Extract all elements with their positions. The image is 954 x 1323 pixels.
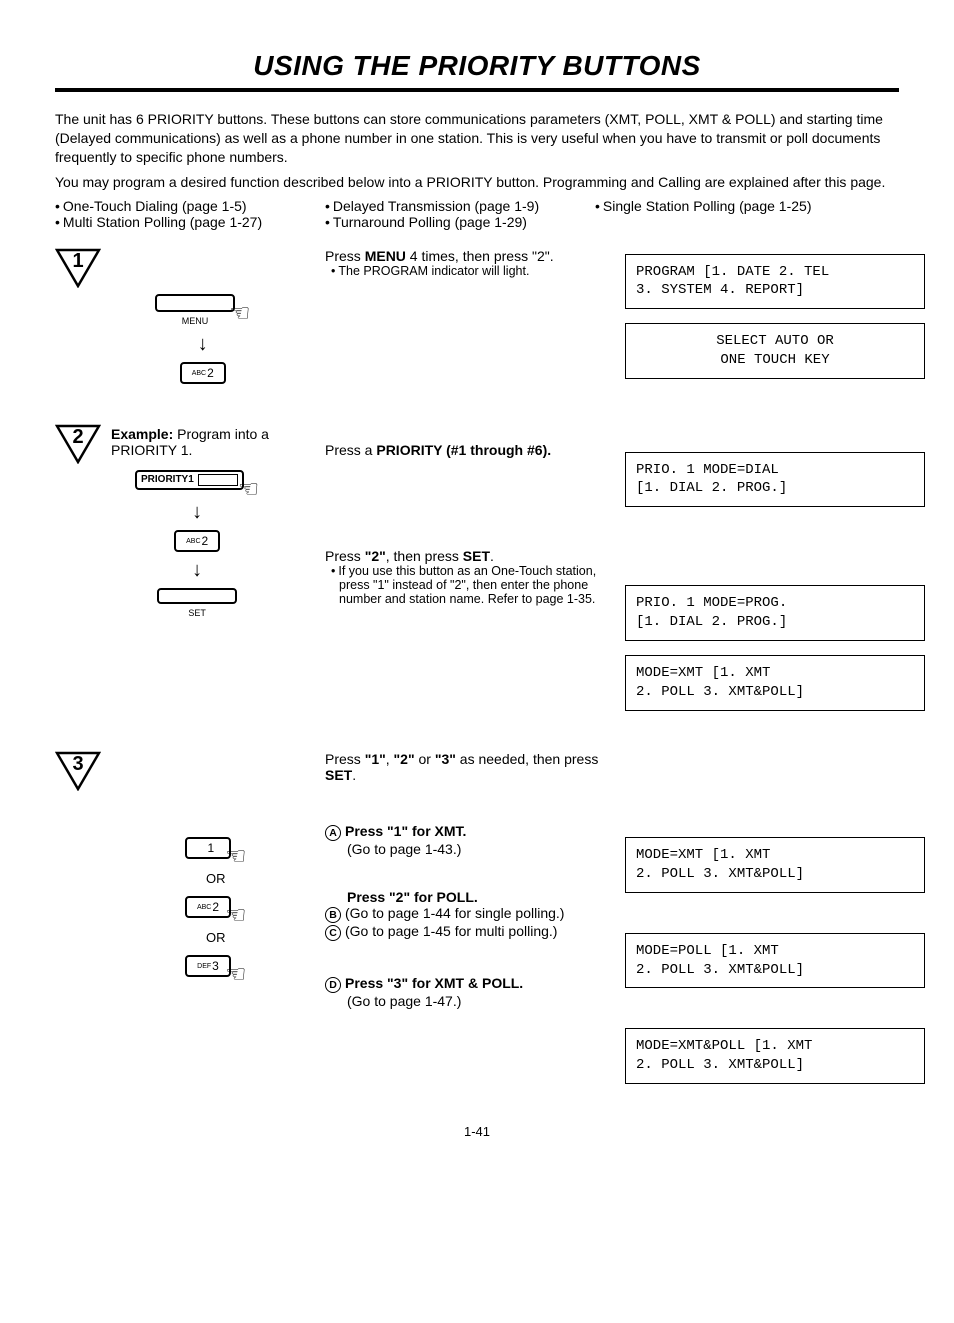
pointing-hand-icon: ☜	[238, 478, 260, 502]
set-button-graphic	[157, 588, 237, 604]
step-1-row: 1 MENU ☜ ↓ ABC2 Press MENU 4 times, then…	[55, 248, 899, 384]
key-num-label: 2	[207, 366, 214, 380]
pointing-hand-icon: ☜	[225, 963, 247, 987]
key-sub-label: ABC	[186, 538, 200, 545]
instr-bold: MENU	[365, 248, 406, 264]
key-num-label: 1	[207, 841, 214, 855]
priority-button-graphic: PRIORITY1	[135, 470, 244, 490]
instr-bold: "2"	[365, 548, 386, 564]
lcd-display: PRIO. 1 MODE=PROG. [1. DIAL 2. PROG.]	[625, 585, 925, 641]
pointing-hand-icon: ☜	[225, 845, 247, 869]
instr-text: Press	[325, 548, 365, 564]
instr-bold: "2"	[394, 751, 415, 767]
instr-text: Press	[325, 248, 365, 264]
lcd-display: MODE=POLL [1. XMT 2. POLL 3. XMT&POLL]	[625, 933, 925, 989]
step-number-triangle: 3	[55, 751, 101, 791]
instr-sub-text: (Go to page 1-45 for multi polling.)	[345, 923, 557, 939]
instr-text: .	[490, 548, 494, 564]
instr-text: ,	[386, 751, 394, 767]
instr-text: , then press	[386, 548, 463, 564]
step-3-row: 3 X1 ☜ OR ABC2 ☜ OR DEF3 ☜	[55, 751, 899, 1084]
page-title: USING THE PRIORITY BUTTONS	[55, 50, 899, 82]
bullet-item: Turnaround Polling (page 1-29)	[325, 214, 575, 230]
lcd-display: PROGRAM [1. DATE 2. TEL 3. SYSTEM 4. REP…	[625, 254, 925, 310]
page-number: 1-41	[55, 1124, 899, 1139]
instr-bold: Press "1" for XMT.	[345, 823, 466, 839]
bullet-item: One-Touch Dialing (page 1-5)	[55, 198, 305, 214]
circled-letter-b: B	[325, 907, 341, 923]
bullet-item: Delayed Transmission (page 1-9)	[325, 198, 575, 214]
instr-bold: SET	[463, 548, 490, 564]
feature-bullet-columns: One-Touch Dialing (page 1-5) Multi Stati…	[55, 198, 899, 230]
instr-text: Press a	[325, 442, 376, 458]
bullet-item: Single Station Polling (page 1-25)	[595, 198, 845, 214]
or-label: OR	[206, 930, 226, 945]
inner-box-graphic	[198, 474, 238, 486]
circled-letter-c: C	[325, 925, 341, 941]
arrow-down-icon: ↓	[198, 334, 208, 354]
lcd-display: PRIO. 1 MODE=DIAL [1. DIAL 2. PROG.]	[625, 452, 925, 508]
or-label: OR	[206, 871, 226, 886]
lcd-display: MODE=XMT [1. XMT 2. POLL 3. XMT&POLL]	[625, 655, 925, 711]
step-number: 3	[55, 753, 101, 776]
instr-bold: "1"	[365, 751, 386, 767]
key-num-label: 2	[202, 534, 209, 548]
key-sub-label: DEF	[197, 963, 211, 970]
arrow-down-icon: ↓	[192, 502, 202, 522]
key-sub-label: ABC	[197, 904, 211, 911]
instr-text: Press	[325, 751, 365, 767]
instr-sub-text: (Go to page 1-43.)	[347, 841, 615, 857]
instr-bold: Press "3" for XMT & POLL.	[345, 975, 523, 991]
instr-bold: PRIORITY (#1 through #6).	[376, 442, 551, 458]
instr-text: 4 times, then press "2".	[406, 248, 554, 264]
pointing-hand-icon: ☜	[225, 904, 247, 928]
step-number-triangle: 1	[55, 248, 101, 288]
key-sub-label: ABC	[192, 370, 206, 377]
circled-letter-a: A	[325, 825, 341, 841]
set-button-label: SET	[157, 608, 237, 618]
step-2-row: 2 Example: Program into a PRIORITY 1. PR…	[55, 424, 899, 711]
key-num-label: 3	[212, 959, 219, 973]
priority-label: PRIORITY1	[141, 474, 194, 485]
lcd-display: SELECT AUTO OR ONE TOUCH KEY	[625, 323, 925, 379]
instr-bold: "3"	[435, 751, 456, 767]
instr-sub-bullet: The PROGRAM indicator will light.	[339, 264, 615, 278]
key-num-label: 2	[212, 900, 219, 914]
pointing-hand-icon: ☜	[229, 302, 251, 326]
example-label: Example:	[111, 426, 173, 442]
arrow-down-icon: ↓	[192, 560, 202, 580]
instr-text: or	[415, 751, 435, 767]
instr-sub-text: (Go to page 1-44 for single polling.)	[345, 905, 564, 921]
intro-paragraph-1: The unit has 6 PRIORITY buttons. These b…	[55, 110, 899, 167]
menu-button-graphic	[155, 294, 235, 312]
instr-text: .	[352, 767, 356, 783]
title-rule	[55, 88, 899, 92]
key-2-button-graphic: ABC2	[180, 362, 226, 384]
instr-sub-bullet: If you use this button as an One-Touch s…	[339, 564, 615, 606]
intro-paragraph-2: You may program a desired function descr…	[55, 173, 899, 192]
bullet-item: Multi Station Polling (page 1-27)	[55, 214, 305, 230]
step-number: 2	[55, 426, 101, 449]
instr-bold: SET	[325, 767, 352, 783]
key-2-button-graphic: ABC2	[174, 530, 220, 552]
step-number: 1	[55, 250, 101, 273]
step-number-triangle: 2	[55, 424, 101, 464]
lcd-display: MODE=XMT [1. XMT 2. POLL 3. XMT&POLL]	[625, 837, 925, 893]
menu-button-label: MENU	[155, 316, 235, 326]
lcd-display: MODE=XMT&POLL [1. XMT 2. POLL 3. XMT&POL…	[625, 1028, 925, 1084]
circled-letter-d: D	[325, 977, 341, 993]
instr-sub-text: (Go to page 1-47.)	[347, 993, 615, 1009]
instr-bold: Press "2" for POLL.	[347, 889, 615, 905]
instr-text: as needed, then press	[456, 751, 598, 767]
